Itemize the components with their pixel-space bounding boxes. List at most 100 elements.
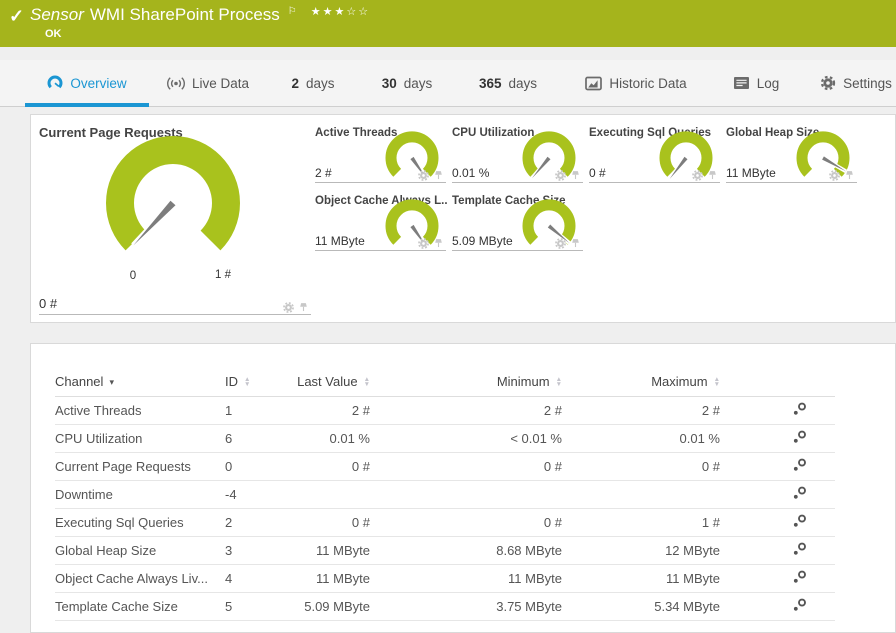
- gauge-current-value: 11 MByte: [315, 234, 365, 248]
- sensor-title-line: Sensor WMI SharePoint Process ⚐ ★★★☆☆: [30, 5, 370, 25]
- channel-settings-icon[interactable]: [793, 542, 807, 556]
- priority-stars[interactable]: ★★★☆☆: [311, 5, 370, 18]
- cell-min: 0 #: [370, 508, 562, 537]
- column-label: Maximum: [651, 373, 708, 389]
- cell-id: 3: [225, 536, 295, 565]
- small-gauges-grid: Active Threads 2 # CPU Utilization 0.01 % Ex…: [315, 115, 895, 322]
- cell-max: 2 #: [562, 396, 720, 425]
- cell-last: 11 MByte: [295, 564, 370, 593]
- pin-icon[interactable]: [433, 238, 444, 249]
- tab-365-days[interactable]: 365 days: [455, 60, 561, 106]
- gear-icon[interactable]: [283, 302, 294, 313]
- cell-channel: Active Threads: [55, 396, 225, 425]
- gauge-value-row: 0 #: [39, 294, 311, 315]
- gauge-value-row: 11 MByte: [726, 165, 857, 183]
- cell-min: 8.68 MByte: [370, 536, 562, 565]
- pin-icon[interactable]: [570, 238, 581, 249]
- gauge-template-cache-size: Template Cache Size 5.09 MByte: [452, 195, 587, 263]
- cell-actions: [720, 564, 835, 593]
- table-row: Global Heap Size 3 11 MByte 8.68 MByte 12 MB…: [55, 536, 835, 565]
- gauge-current-value: 2 #: [315, 166, 332, 180]
- column-header-last[interactable]: Last Value ▲ ▼: [295, 366, 370, 397]
- pin-icon[interactable]: [707, 170, 718, 181]
- cell-channel: Template Cache Size: [55, 592, 225, 621]
- settings-gear-icon: [820, 75, 836, 91]
- cell-max: 0 #: [562, 452, 720, 481]
- column-label: Minimum: [496, 373, 550, 389]
- channel-settings-icon[interactable]: [793, 402, 807, 416]
- column-header-channel[interactable]: Channel ▾: [55, 366, 225, 397]
- sort-toggle-icon: ▲ ▼: [713, 376, 720, 389]
- tab-live-data[interactable]: Live Data: [149, 60, 267, 106]
- gear-icon[interactable]: [829, 170, 840, 181]
- sensor-kind-label: Sensor: [30, 5, 84, 24]
- tab-label: days: [403, 75, 433, 91]
- column-header-min[interactable]: Minimum ▲ ▼: [370, 366, 562, 397]
- table-row: Downtime -4: [55, 480, 835, 509]
- column-label: Last Value: [297, 373, 358, 389]
- cell-min: < 0.01 %: [370, 424, 562, 453]
- gauge-value-row: 0.01 %: [452, 165, 583, 183]
- channel-settings-icon[interactable]: [793, 598, 807, 612]
- sort-toggle-icon: ▲ ▼: [555, 376, 562, 389]
- gear-icon[interactable]: [555, 170, 566, 181]
- cell-channel: Object Cache Always Liv...: [55, 564, 225, 593]
- tab-historic-data[interactable]: Historic Data: [561, 60, 711, 106]
- live-data-live-icon: [166, 76, 185, 91]
- gauge-current-value: 5.09 MByte: [452, 234, 513, 248]
- tab-number: 365: [478, 75, 502, 91]
- cell-max: 0.01 %: [562, 424, 720, 453]
- tab-number: 2: [291, 75, 299, 91]
- gauge-scale-max: 1 #: [215, 269, 232, 281]
- tab-30-days[interactable]: 30 days: [359, 60, 455, 106]
- gear-icon[interactable]: [555, 238, 566, 249]
- status-check-icon: ✓: [9, 6, 25, 26]
- sort-toggle-icon: ▲ ▼: [244, 376, 251, 389]
- cell-last: [295, 480, 370, 509]
- cell-max: 12 MByte: [562, 536, 720, 565]
- tab-number: 30: [381, 75, 397, 91]
- table-row: Active Threads 1 2 #2 #2 #: [55, 396, 835, 425]
- cell-min: 3.75 MByte: [370, 592, 562, 621]
- pin-icon[interactable]: [433, 170, 444, 181]
- flag-icon[interactable]: ⚐: [288, 6, 297, 17]
- gear-icon[interactable]: [692, 170, 703, 181]
- cell-channel: Global Heap Size: [55, 536, 225, 565]
- tab-log[interactable]: Log: [711, 60, 801, 106]
- cell-channel: CPU Utilization: [55, 424, 225, 453]
- table-row: Executing Sql Queries 2 0 #0 #1 #: [55, 508, 835, 537]
- gauge-value-row: 0 #: [589, 165, 720, 183]
- cell-actions: [720, 592, 835, 621]
- gear-icon[interactable]: [418, 238, 429, 249]
- pin-icon[interactable]: [298, 302, 309, 313]
- historic-data-chart-icon: [585, 76, 603, 91]
- pin-icon[interactable]: [570, 170, 581, 181]
- tab-label: Overview: [70, 75, 127, 91]
- channel-settings-icon[interactable]: [793, 570, 807, 584]
- gauge-value-row: 2 #: [315, 165, 446, 183]
- channel-settings-icon[interactable]: [793, 486, 807, 500]
- cell-max: 1 #: [562, 508, 720, 537]
- gauge-current-value: 0 #: [39, 296, 58, 311]
- gauge-dial: 0 1 #: [106, 136, 240, 282]
- tab-overview[interactable]: Overview: [25, 60, 149, 107]
- gear-icon[interactable]: [418, 170, 429, 181]
- tab-settings[interactable]: Settings: [801, 60, 896, 106]
- cell-last: 0.01 %: [295, 424, 370, 453]
- tab-label: Settings: [843, 75, 892, 91]
- cell-id: 4: [225, 564, 295, 593]
- tab-label: Historic Data: [609, 75, 687, 91]
- sort-desc-icon: ▾: [109, 376, 114, 387]
- column-header-max[interactable]: Maximum ▲ ▼: [562, 366, 720, 397]
- gauge-object-cache-always-live: Object Cache Always L... 11 MByte: [315, 195, 450, 263]
- channel-settings-icon[interactable]: [793, 514, 807, 528]
- pin-icon[interactable]: [844, 170, 855, 181]
- tab-label: days: [305, 75, 335, 91]
- tab-2-days[interactable]: 2 days: [267, 60, 359, 106]
- channel-settings-icon[interactable]: [793, 430, 807, 444]
- channel-settings-icon[interactable]: [793, 458, 807, 472]
- column-header-id[interactable]: ID ▲ ▼: [225, 366, 295, 397]
- column-label: Channel: [55, 373, 104, 389]
- tab-label: Live Data: [191, 75, 250, 91]
- gauge-current-value: 0 #: [589, 166, 606, 180]
